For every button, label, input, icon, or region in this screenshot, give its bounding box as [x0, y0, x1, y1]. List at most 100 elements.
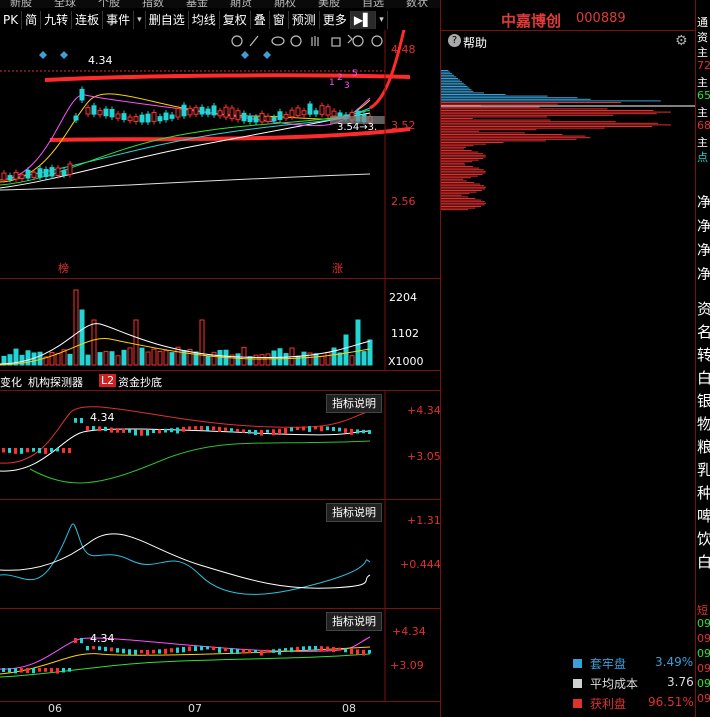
chip-bar [441, 132, 526, 134]
candle [73, 115, 79, 121]
mini-candle [326, 426, 329, 431]
indicator-help-button-3[interactable]: 指标说明 [326, 612, 382, 631]
chip-bar [441, 129, 537, 131]
chip-bar [441, 103, 558, 105]
toolbar-item[interactable]: 窗 [270, 11, 289, 29]
marker-bang[interactable]: 榜 [58, 260, 69, 276]
mini-candle [224, 647, 227, 652]
toolbar-item[interactable]: 叠 [251, 11, 270, 29]
chip-bar [441, 154, 486, 156]
kline-panel[interactable]: 4.34 4.48 3.52 2.56 3.54→3. 榜 涨 1 2 3 5 [0, 30, 440, 279]
price-tick-low: 2.56 [391, 195, 416, 208]
candle [79, 88, 85, 101]
toolbar-item[interactable]: 九转 [41, 11, 73, 29]
indicator-help-button-1[interactable]: 指标说明 [326, 394, 382, 413]
chip-bar [441, 81, 462, 83]
chip-bar [441, 175, 478, 177]
volume-bar [55, 353, 61, 366]
toolbar-item[interactable]: 均线 [189, 11, 220, 29]
chip-bar [441, 146, 467, 148]
toolbar-item[interactable]: PK [0, 11, 23, 29]
side-label: 物 [697, 415, 710, 433]
mini-candle [368, 649, 371, 654]
tab-institution-detector[interactable]: 机构探测器 [28, 374, 83, 390]
side-label: 主 [697, 76, 708, 89]
chip-bar [441, 102, 622, 103]
side-label: 65 [697, 89, 710, 102]
mini-candle [296, 646, 299, 651]
candle [91, 105, 97, 115]
top-menu-item[interactable]: 期权 [274, 0, 296, 8]
volume-bar [253, 354, 259, 366]
x-tick-06: 06 [48, 702, 62, 715]
top-menu-item[interactable]: 个股 [98, 0, 120, 8]
mini-candle [74, 418, 77, 423]
candle [289, 109, 295, 118]
chip-bar [441, 177, 471, 179]
mini-candle [98, 426, 101, 432]
legend-value-trapped: 3.49% [655, 655, 694, 669]
toolbar-item[interactable]: 事件 [103, 11, 135, 29]
panel3-tick-top: +4.34 [392, 625, 426, 638]
top-menu-item[interactable]: 美股 [318, 0, 340, 8]
indicator-panel-2[interactable]: 指标说明 +1.31 +0.444 [0, 500, 441, 609]
top-menu-item[interactable]: 数状 [406, 0, 428, 8]
chip-bar [441, 118, 473, 119]
panel1-high: 4.34 [90, 411, 115, 424]
stock-code: 000889 [576, 11, 626, 26]
indicator-panel-1[interactable]: 指标说明 4.34 +4.34 +3.05 [0, 391, 441, 500]
volume-panel[interactable]: 2204 1102 X1000 [0, 279, 440, 371]
candle [133, 116, 139, 122]
volume-bar [235, 353, 241, 366]
mini-candle [104, 426, 107, 432]
toolbar-item[interactable]: 删自选 [146, 11, 189, 29]
toolbar-item[interactable]: 简 [22, 11, 42, 29]
top-menu-item[interactable]: 自选 [362, 0, 384, 8]
marker-zhang[interactable]: 涨 [332, 260, 343, 276]
candle [55, 167, 61, 176]
tab-change[interactable]: 变化 [0, 374, 22, 390]
chip-bar [441, 167, 480, 169]
chip-bar [441, 92, 484, 94]
top-menu-item[interactable]: 基金 [186, 0, 208, 8]
candle [49, 167, 55, 177]
candle [25, 169, 31, 179]
chip-bar [441, 76, 457, 78]
toolbar-item[interactable]: 更多 [320, 11, 351, 29]
mini-candle [284, 648, 287, 652]
top-menu-item[interactable]: 期货 [230, 0, 252, 8]
side-label: 净 [697, 243, 710, 259]
side-label: 资 [697, 300, 710, 318]
mini-candle [272, 649, 275, 653]
chip-bar [441, 137, 591, 139]
indicator-help-button-2[interactable]: 指标说明 [326, 503, 382, 522]
chip-bar [441, 82, 464, 84]
chip-bar [441, 79, 460, 81]
chip-distribution-panel: 中嘉博创 000889 ? 帮助 ⚙ 套牢盘 3.49% 平均成本 3.76 获… [441, 0, 710, 717]
top-menu-item[interactable]: 全球 [54, 0, 76, 8]
tab-fund-bottom[interactable]: 资金抄底 [118, 374, 162, 390]
chip-bar [441, 161, 473, 163]
tab-l2-badge[interactable]: L2 [99, 374, 117, 387]
chip-bar [441, 170, 486, 172]
volume-bar [301, 351, 307, 366]
chip-bar [441, 95, 548, 97]
chip-bar [441, 191, 477, 193]
toolbar-item[interactable]: ▶▌ [350, 11, 377, 29]
indicator-panel-3[interactable]: 指标说明 4.34 +4.34 +3.09 [0, 609, 440, 702]
mini-candle [260, 649, 263, 656]
toolbar-item[interactable]: 预测 [289, 11, 320, 29]
volume-bar [199, 319, 205, 366]
side-label: 主 [697, 106, 708, 119]
top-menu-item[interactable]: 指数 [142, 0, 164, 8]
mini-candle [314, 646, 317, 651]
top-menu-item[interactable]: 新股 [10, 0, 32, 8]
toolbar-item[interactable]: 复权 [220, 11, 251, 29]
mini-candle [26, 448, 29, 453]
toolbar-item[interactable]: 连板 [72, 11, 104, 29]
toolbar-item[interactable]: ▾ [134, 11, 146, 29]
toolbar-item[interactable]: ▾ [376, 11, 388, 29]
settings-icon [231, 35, 243, 47]
mini-candle [278, 428, 281, 434]
side-label: 09 [697, 647, 710, 660]
